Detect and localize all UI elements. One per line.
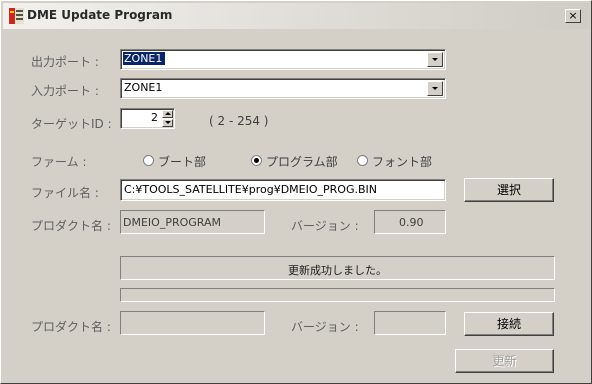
file-name-input[interactable]: C:¥TOOLS_SATELLITE¥prog¥DMEIO_PROG.BIN [120,179,446,201]
target-id-label: ターゲットID : [31,117,112,131]
status-message-panel: 更新成功しました。 [120,256,555,280]
target-id-value: 2 [151,111,158,124]
radio-program[interactable] [251,155,262,166]
version-label-2: バージョン : [291,320,359,334]
chevron-down-icon[interactable] [427,81,443,96]
radio-font-label[interactable]: フォント部 [372,153,432,170]
spin-up-icon[interactable] [162,110,173,118]
version-label: バージョン : [291,219,359,233]
input-port-select[interactable]: ZONE1 [120,78,446,99]
radio-boot-label[interactable]: ブート部 [158,153,206,170]
product-name-label-2: プロダクト名 : [31,320,111,334]
radio-program-label[interactable]: プログラム部 [266,153,338,170]
target-id-spinbox[interactable]: 2 [120,108,175,129]
spin-down-icon[interactable] [162,119,173,127]
output-port-value: ZONE1 [123,52,166,65]
input-port-value: ZONE1 [124,81,163,94]
radio-boot[interactable] [143,155,154,166]
chevron-down-icon[interactable] [427,52,443,67]
file-name-value: C:¥TOOLS_SATELLITE¥prog¥DMEIO_PROG.BIN [124,183,377,196]
product-name-value: DMEIO_PROGRAM [123,216,221,229]
title-bar[interactable]: DME Update Program × [3,3,589,29]
select-button[interactable]: 選択 [464,178,554,202]
close-icon: × [568,9,578,22]
target-id-range: ( 2 - 254 ) [209,114,269,128]
output-port-label: 出力ポート : [31,55,99,69]
window-title: DME Update Program [27,8,173,22]
product-name-field: DMEIO_PROGRAM [120,210,265,234]
product-name-field-2 [120,311,265,335]
update-button[interactable]: 更新 [455,349,554,373]
app-icon [9,8,24,24]
radio-font[interactable] [357,155,368,166]
product-name-label: プロダクト名 : [31,219,111,233]
firmware-label: ファーム : [31,155,87,169]
close-button[interactable]: × [565,9,581,23]
input-port-label: 入力ポート : [31,84,99,98]
version-field-2 [374,311,446,335]
file-name-label: ファイル名 : [31,186,99,200]
output-port-select[interactable]: ZONE1 [120,49,446,70]
version-field: 0.90 [374,210,446,234]
connect-button[interactable]: 接続 [464,312,554,336]
progress-bar [120,288,555,302]
status-message: 更新成功しました。 [288,264,387,277]
version-value: 0.90 [399,216,424,229]
app-window: DME Update Program × 出力ポート : ZONE1 入力ポート… [0,0,592,384]
